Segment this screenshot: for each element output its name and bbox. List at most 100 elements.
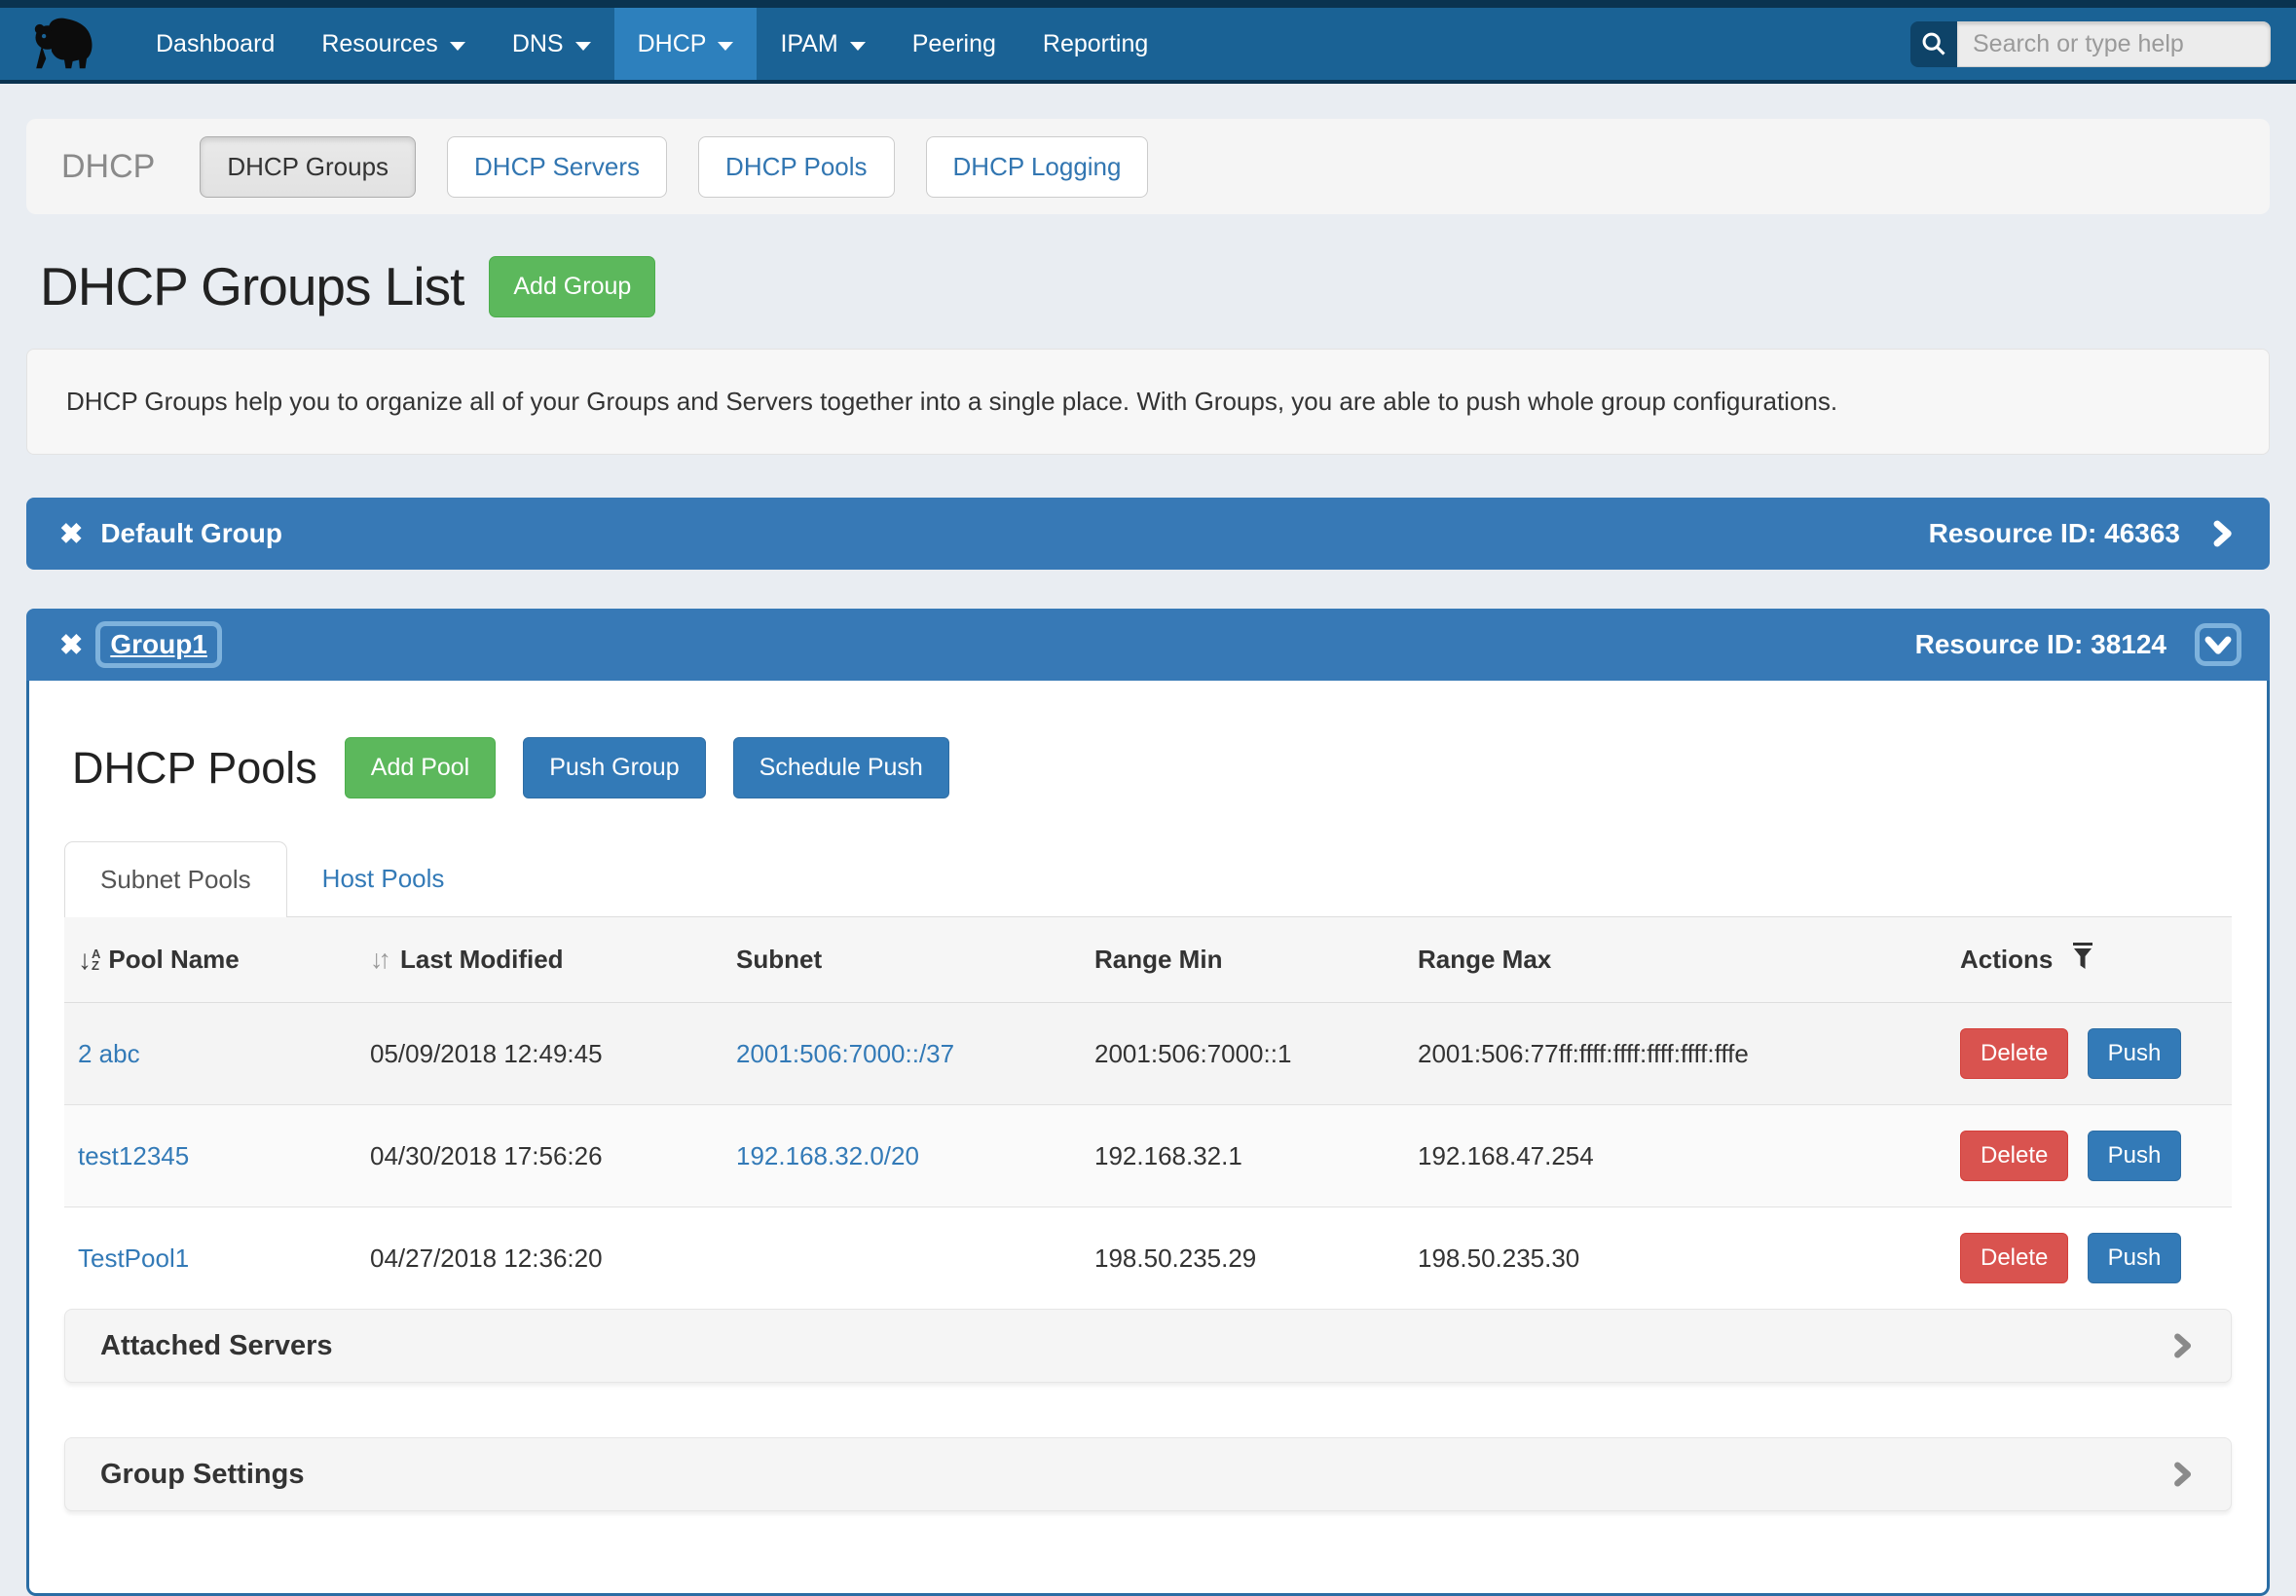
- tab-subnet-pools[interactable]: Subnet Pools: [64, 841, 287, 917]
- last-modified-value: 04/27/2018 12:36:20: [370, 1243, 603, 1273]
- table-row: test12345 04/30/2018 17:56:26 192.168.32…: [64, 1105, 2232, 1207]
- range-max-value: 192.168.47.254: [1418, 1141, 1594, 1170]
- chevron-right-icon: [2168, 1332, 2196, 1359]
- last-modified-value: 05/09/2018 12:49:45: [370, 1039, 603, 1068]
- section-label: DHCP: [61, 148, 155, 186]
- delete-group-icon[interactable]: ✖: [59, 628, 83, 662]
- schedule-push-button[interactable]: Schedule Push: [733, 737, 949, 798]
- range-max-value: 198.50.235.30: [1418, 1243, 1579, 1273]
- nav-label: Resources: [321, 30, 438, 58]
- subnav-dhcp-servers-button[interactable]: DHCP Servers: [447, 136, 667, 198]
- description-panel: DHCP Groups help you to organize all of …: [26, 349, 2270, 455]
- nav-label: Dashboard: [156, 30, 275, 58]
- search-button[interactable]: [1910, 21, 1957, 67]
- top-trim-strip: [0, 0, 2296, 8]
- column-header-subnet[interactable]: Subnet: [722, 917, 1081, 1003]
- group-name-link[interactable]: Default Group: [100, 518, 282, 549]
- pools-tabs: Subnet Pools Host Pools: [64, 841, 2232, 916]
- pool-name-link[interactable]: 2 abc: [78, 1039, 140, 1068]
- dhcp-pools-header: DHCP Pools Add Pool Push Group Schedule …: [72, 737, 2238, 798]
- main-navbar: Dashboard Resources DNS DHCP IPAM Peerin…: [0, 8, 2296, 84]
- nav-item-resources[interactable]: Resources: [298, 8, 489, 80]
- column-label: Last Modified: [400, 945, 564, 975]
- group-bar-group1[interactable]: ✖ Group1 Resource ID: 38124: [26, 609, 2270, 681]
- description-text: DHCP Groups help you to organize all of …: [66, 387, 1837, 416]
- nav-label: Peering: [912, 30, 996, 58]
- nav-item-peering[interactable]: Peering: [889, 8, 1019, 80]
- chevron-down-icon: [718, 42, 733, 51]
- column-label: Range Min: [1094, 945, 1222, 974]
- sort-alpha-desc-icon: ↓AZ: [78, 945, 100, 976]
- range-min-value: 192.168.32.1: [1094, 1141, 1242, 1170]
- range-min-value: 2001:506:7000::1: [1094, 1039, 1291, 1068]
- column-label: Subnet: [736, 945, 822, 974]
- collapse-chevron-down-icon[interactable]: [2200, 628, 2237, 661]
- panda-logo-icon: [29, 14, 99, 74]
- last-modified-value: 04/30/2018 17:56:26: [370, 1141, 603, 1170]
- page-header: DHCP Groups List Add Group: [40, 255, 2270, 317]
- delete-group-icon[interactable]: ✖: [59, 517, 83, 551]
- column-label: Pool Name: [108, 945, 239, 975]
- nav-item-dhcp[interactable]: DHCP: [614, 8, 758, 80]
- column-label: Range Max: [1418, 945, 1551, 974]
- subnet-pools-table: ↓AZ Pool Name ↓↑ Last Modified Subnet Ra…: [64, 916, 2232, 1309]
- table-row: TestPool1 04/27/2018 12:36:20 198.50.235…: [64, 1207, 2232, 1310]
- nav-item-dns[interactable]: DNS: [489, 8, 614, 80]
- navbar-search: [1910, 8, 2271, 80]
- column-label: Actions: [1960, 945, 2053, 975]
- range-min-value: 198.50.235.29: [1094, 1243, 1256, 1273]
- brand-logo[interactable]: [29, 8, 99, 80]
- expand-chevron-right-icon[interactable]: [2207, 519, 2237, 548]
- subnet-link[interactable]: 2001:506:7000::/37: [736, 1039, 954, 1068]
- nav-label: Reporting: [1043, 30, 1148, 58]
- attached-servers-section[interactable]: Attached Servers: [64, 1309, 2232, 1383]
- group-settings-section[interactable]: Group Settings: [64, 1437, 2232, 1511]
- table-row: 2 abc 05/09/2018 12:49:45 2001:506:7000:…: [64, 1003, 2232, 1105]
- add-group-button[interactable]: Add Group: [489, 256, 655, 317]
- resource-id-label: Resource ID: 46363: [1929, 518, 2180, 549]
- chevron-down-icon: [450, 42, 465, 51]
- subnet-link[interactable]: 192.168.32.0/20: [736, 1141, 919, 1170]
- nav-label: DNS: [512, 30, 564, 58]
- delete-pool-button[interactable]: Delete: [1960, 1233, 2068, 1283]
- subnav-dhcp-pools-button[interactable]: DHCP Pools: [698, 136, 894, 198]
- column-header-last-modified[interactable]: ↓↑ Last Modified: [356, 917, 722, 1003]
- filter-funnel-icon[interactable]: [2060, 942, 2095, 978]
- column-header-range-max[interactable]: Range Max: [1404, 917, 1946, 1003]
- tab-host-pools[interactable]: Host Pools: [287, 841, 480, 916]
- search-input[interactable]: [1957, 21, 2271, 67]
- pool-name-link[interactable]: test12345: [78, 1141, 189, 1170]
- page-title: DHCP Groups List: [40, 255, 463, 317]
- column-header-actions[interactable]: Actions: [1946, 917, 2232, 1003]
- column-header-pool-name[interactable]: ↓AZ Pool Name: [64, 917, 356, 1003]
- section-title: Group Settings: [100, 1459, 304, 1491]
- delete-pool-button[interactable]: Delete: [1960, 1028, 2068, 1079]
- add-pool-button[interactable]: Add Pool: [345, 737, 496, 798]
- column-header-range-min[interactable]: Range Min: [1081, 917, 1404, 1003]
- nav-menu: Dashboard Resources DNS DHCP IPAM Peerin…: [132, 8, 1171, 80]
- dhcp-subnav-panel: DHCP DHCP Groups DHCP Servers DHCP Pools…: [26, 119, 2270, 214]
- subnav-dhcp-groups-button[interactable]: DHCP Groups: [200, 136, 416, 198]
- delete-pool-button[interactable]: Delete: [1960, 1131, 2068, 1181]
- push-group-button[interactable]: Push Group: [523, 737, 705, 798]
- push-pool-button[interactable]: Push: [2088, 1028, 2182, 1079]
- push-pool-button[interactable]: Push: [2088, 1233, 2182, 1283]
- push-pool-button[interactable]: Push: [2088, 1131, 2182, 1181]
- group-bar-default-group[interactable]: ✖ Default Group Resource ID: 46363: [26, 498, 2270, 570]
- chevron-down-icon: [850, 42, 866, 51]
- pool-name-link[interactable]: TestPool1: [78, 1243, 189, 1273]
- sort-updown-icon: ↓↑: [370, 945, 387, 975]
- nav-label: IPAM: [780, 30, 837, 58]
- nav-item-ipam[interactable]: IPAM: [757, 8, 888, 80]
- subnav-dhcp-logging-button[interactable]: DHCP Logging: [926, 136, 1149, 198]
- nav-item-dashboard[interactable]: Dashboard: [132, 8, 298, 80]
- chevron-down-icon: [575, 42, 591, 51]
- section-title: Attached Servers: [100, 1330, 333, 1362]
- group1-detail-panel: DHCP Pools Add Pool Push Group Schedule …: [26, 681, 2270, 1596]
- range-max-value: 2001:506:77ff:ffff:ffff:ffff:ffff:fffe: [1418, 1039, 1749, 1068]
- resource-id-label: Resource ID: 38124: [1915, 629, 2166, 660]
- nav-label: DHCP: [638, 30, 707, 58]
- nav-item-reporting[interactable]: Reporting: [1019, 8, 1171, 80]
- group-name-link[interactable]: Group1: [100, 626, 217, 663]
- search-icon: [1920, 30, 1947, 57]
